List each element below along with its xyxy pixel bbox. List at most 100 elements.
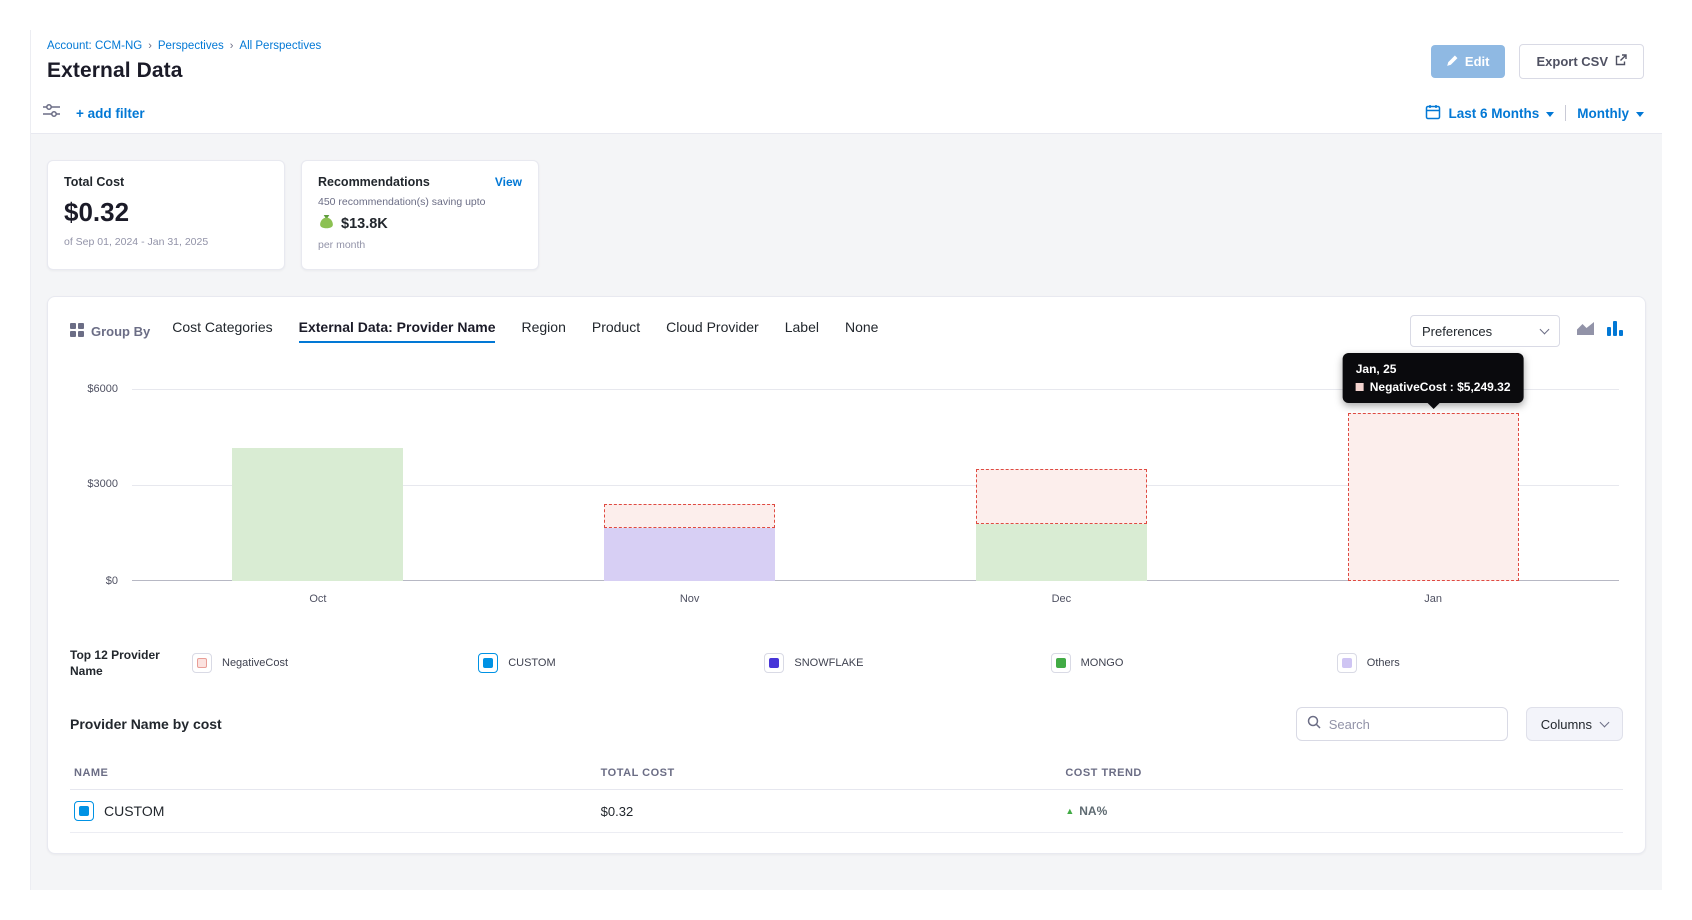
chart-y-axis: $6000 $3000 $0 — [70, 389, 124, 581]
export-csv-button[interactable]: Export CSV — [1519, 44, 1644, 79]
summary-cards: Total Cost $0.32 of Sep 01, 2024 - Jan 3… — [47, 160, 1646, 270]
groupby-tab-cost-categories[interactable]: Cost Categories — [172, 319, 272, 343]
date-controls: Last 6 Months Monthly — [1425, 104, 1644, 123]
bar-column-dec: Dec — [876, 389, 1248, 581]
groupby-tab-external-data[interactable]: External Data: Provider Name — [299, 319, 496, 343]
granularity-selector[interactable]: Monthly — [1577, 106, 1629, 121]
groupby-tab-none[interactable]: None — [845, 319, 878, 343]
table-toolbar: Provider Name by cost Columns — [70, 707, 1623, 741]
add-filter-button[interactable]: + add filter — [76, 106, 145, 121]
recommendations-label: Recommendations — [318, 175, 430, 189]
recommendations-view-link[interactable]: View — [495, 175, 522, 189]
groupby-tab-product[interactable]: Product — [592, 319, 640, 343]
provider-cost-table: NAME TOTAL COST COST TREND CUSTOM $0.32 … — [70, 757, 1623, 833]
page-header: Account: CCM-NG › Perspectives › All Per… — [31, 30, 1662, 93]
legend-swatch-others — [1337, 653, 1357, 673]
bar-column-jan: Jan — [1247, 389, 1619, 581]
legend-swatch-negativecost — [192, 653, 212, 673]
edit-button[interactable]: Edit — [1431, 45, 1506, 78]
groupby-tab-cloud-provider[interactable]: Cloud Provider — [666, 319, 759, 343]
breadcrumb-all-perspectives[interactable]: All Perspectives — [239, 40, 321, 52]
x-label-dec: Dec — [876, 593, 1248, 605]
external-link-icon — [1615, 54, 1627, 69]
legend-item-snowflake[interactable]: SNOWFLAKE — [764, 653, 1050, 673]
tooltip-title: Jan, 25 — [1356, 362, 1511, 376]
filter-panel-toggle-icon[interactable] — [43, 103, 60, 123]
col-header-total-cost: TOTAL COST — [601, 767, 1066, 779]
total-cost-card: Total Cost $0.32 of Sep 01, 2024 - Jan 3… — [47, 160, 285, 270]
tooltip-series-swatch — [1356, 383, 1364, 391]
filter-bar: + add filter Last 6 Months Monthly — [31, 93, 1662, 134]
perspective-main-card: Group By Cost Categories External Data: … — [47, 296, 1646, 854]
group-by-label: Group By — [70, 323, 150, 340]
bar-column-oct: Oct — [132, 389, 504, 581]
breadcrumb-account[interactable]: Account: CCM-NG — [47, 40, 142, 52]
pencil-icon — [1447, 54, 1458, 69]
group-by-row: Group By Cost Categories External Data: … — [70, 315, 1623, 347]
legend-item-others[interactable]: Others — [1337, 653, 1623, 673]
legend-swatch-mongo — [1051, 653, 1071, 673]
export-csv-label: Export CSV — [1536, 54, 1608, 69]
recommendations-frequency: per month — [318, 239, 522, 251]
date-range-selector[interactable]: Last 6 Months — [1448, 106, 1539, 121]
bar-segment-negativecost[interactable] — [976, 469, 1147, 524]
trend-up-icon: ▲ — [1065, 806, 1074, 816]
chart-controls: Preferences — [1410, 315, 1623, 347]
breadcrumb-perspectives[interactable]: Perspectives — [158, 40, 224, 52]
preferences-label: Preferences — [1422, 324, 1492, 339]
chart-legend: Top 12 Provider Name NegativeCost CUSTOM… — [70, 647, 1623, 679]
chevron-down-icon — [1600, 718, 1610, 728]
header-left: Account: CCM-NG › Perspectives › All Per… — [47, 40, 321, 83]
bar-segment-mongo[interactable] — [976, 524, 1147, 581]
y-tick-0: $0 — [64, 575, 118, 587]
table-row[interactable]: CUSTOM $0.32 ▲ NA% — [70, 790, 1623, 833]
bar-column-nov: Nov — [504, 389, 876, 581]
legend-swatch-custom — [478, 653, 498, 673]
divider — [1565, 105, 1566, 121]
legend-item-negativecost[interactable]: NegativeCost — [192, 653, 478, 673]
bar-stack — [976, 389, 1147, 581]
caret-down-icon[interactable] — [1546, 112, 1554, 117]
recommendations-card: Recommendations View 450 recommendation(… — [301, 160, 539, 270]
calendar-icon — [1425, 104, 1441, 123]
chart-plot-area: Oct Nov Dec Jan — [132, 389, 1619, 581]
col-header-name: NAME — [74, 767, 601, 779]
legend-item-mongo[interactable]: MONGO — [1051, 653, 1337, 673]
area-chart-icon[interactable] — [1576, 321, 1595, 341]
bar-stack — [1348, 389, 1519, 581]
bar-stack — [604, 389, 775, 581]
chevron-down-icon — [1540, 325, 1550, 335]
header-actions: Edit Export CSV — [1431, 44, 1644, 79]
table-header: NAME TOTAL COST COST TREND — [70, 757, 1623, 790]
caret-down-icon[interactable] — [1636, 112, 1644, 117]
y-tick-3000: $3000 — [64, 478, 118, 490]
recommendations-subtitle: 450 recommendation(s) saving upto — [318, 196, 522, 208]
legend-title: Top 12 Provider Name — [70, 647, 174, 679]
group-by-grid-icon — [70, 323, 84, 340]
legend-item-custom[interactable]: CUSTOM — [478, 653, 764, 673]
content-area: Total Cost $0.32 of Sep 01, 2024 - Jan 3… — [31, 134, 1662, 890]
bar-segment-mongo[interactable] — [232, 448, 403, 581]
edit-button-label: Edit — [1465, 54, 1490, 69]
x-label-jan: Jan — [1247, 593, 1619, 605]
search-icon — [1307, 715, 1321, 734]
breadcrumb: Account: CCM-NG › Perspectives › All Per… — [47, 40, 321, 52]
total-cost-value: $0.32 — [64, 197, 268, 228]
columns-button[interactable]: Columns — [1526, 707, 1623, 741]
total-cost-label: Total Cost — [64, 175, 268, 189]
columns-button-label: Columns — [1541, 717, 1592, 732]
bar-chart-icon[interactable] — [1607, 321, 1623, 341]
preferences-dropdown[interactable]: Preferences — [1410, 315, 1560, 347]
total-cost-period: of Sep 01, 2024 - Jan 31, 2025 — [64, 236, 268, 248]
tooltip-entry-text: NegativeCost : $5,249.32 — [1370, 380, 1511, 394]
search-input[interactable] — [1329, 717, 1497, 732]
groupby-tab-label[interactable]: Label — [785, 319, 819, 343]
groupby-tab-region[interactable]: Region — [521, 319, 565, 343]
group-by-tabs: Cost Categories External Data: Provider … — [172, 319, 878, 343]
bar-segment-negativecost[interactable] — [1348, 413, 1519, 581]
bar-segment-others[interactable] — [604, 528, 775, 581]
bar-stack — [232, 389, 403, 581]
x-label-oct: Oct — [132, 593, 504, 605]
bar-segment-negativecost[interactable] — [604, 504, 775, 528]
row-total-cost: $0.32 — [601, 804, 1066, 819]
